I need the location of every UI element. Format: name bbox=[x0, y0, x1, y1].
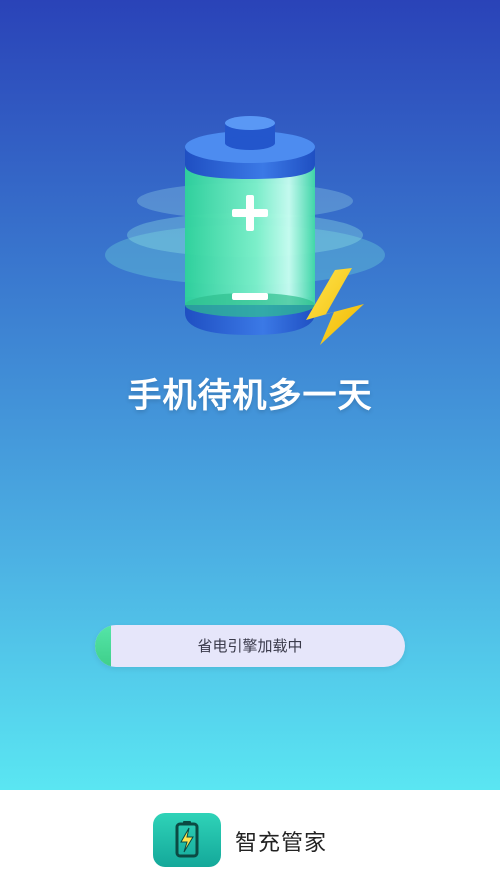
minus-icon bbox=[232, 293, 268, 300]
splash-screen: 手机待机多一天 省电引擎加载中 bbox=[0, 0, 500, 790]
app-name: 智充管家 bbox=[235, 831, 328, 856]
splash-tagline: 手机待机多一天 bbox=[127, 376, 373, 416]
battery-charging-icon bbox=[105, 116, 385, 345]
battery-body bbox=[185, 163, 315, 305]
loading-label: 省电引擎加载中 bbox=[197, 637, 303, 655]
battery-bolt-icon bbox=[175, 821, 199, 858]
loading-progress-bar: 省电引擎加载中 bbox=[95, 625, 405, 667]
battery-terminal bbox=[225, 116, 275, 130]
app-logo bbox=[153, 813, 221, 867]
footer-branding: 智充管家 bbox=[0, 790, 500, 890]
